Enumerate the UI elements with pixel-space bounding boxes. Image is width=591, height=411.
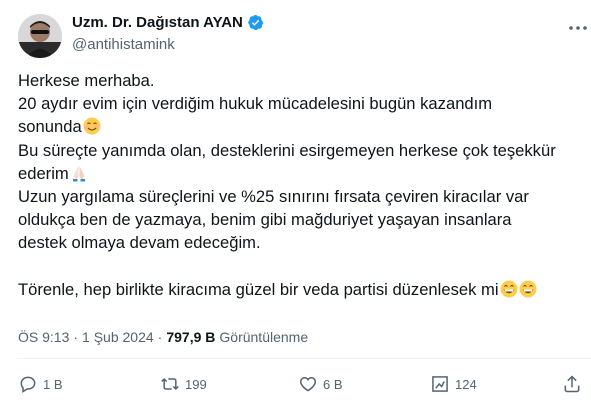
reply-icon xyxy=(20,376,36,393)
tweet-line-text: sonunda xyxy=(18,117,82,137)
more-icon[interactable] xyxy=(566,18,590,38)
smiling-face-emoji xyxy=(83,117,101,135)
share-button[interactable] xyxy=(562,374,582,394)
like-icon xyxy=(299,376,317,392)
reply-count: 1 B xyxy=(43,376,63,392)
tweet-line: Törenle, hep birlikte kiracıma güzel bir… xyxy=(18,278,578,301)
grinning-face-emoji xyxy=(500,280,518,298)
bookmark-button[interactable]: 124 xyxy=(430,374,477,394)
views-label: Görüntülenme xyxy=(219,329,309,345)
author-name[interactable]: Uzm. Dr. Dağıstan AYAN xyxy=(72,14,243,31)
like-count: 6 B xyxy=(323,376,343,392)
author-handle[interactable]: @antihistamink xyxy=(72,36,175,53)
tweet-meta: ÖS 9:13 · 1 Şub 2024 · 797,9 B Görüntüle… xyxy=(18,329,308,345)
divider xyxy=(18,358,591,359)
tweet-line-text: ederim xyxy=(18,163,69,183)
tweet-time[interactable]: ÖS 9:13 xyxy=(18,329,69,345)
folded-hands-emoji xyxy=(72,165,85,182)
retweet-button[interactable]: 199 xyxy=(160,374,207,394)
avatar[interactable] xyxy=(18,14,62,58)
tweet-line: Uzun yargılama süreçlerini ve %25 sınırı… xyxy=(18,186,529,206)
like-button[interactable]: 6 B xyxy=(298,374,343,394)
tweet-date[interactable]: 1 Şub 2024 xyxy=(82,329,154,345)
action-bar: 1 B 199 6 B 124 xyxy=(18,374,588,398)
tweet-line-text: Törenle, hep birlikte kiracıma güzel bir… xyxy=(18,279,499,299)
tweet-line: oldukça ben de yazmaya, benim gibi mağdu… xyxy=(18,210,512,230)
tweet-line: sonunda xyxy=(18,115,578,138)
retweet-icon xyxy=(161,377,179,391)
tweet-line: ederim xyxy=(18,162,578,185)
reply-button[interactable]: 1 B xyxy=(18,374,63,394)
tweet-line: destek olmaya devam edeceğim. xyxy=(18,233,261,253)
views-count: 797,9 B xyxy=(166,329,216,345)
share-icon xyxy=(564,375,580,393)
verified-badge-icon xyxy=(248,14,264,31)
bookmark-count: 124 xyxy=(455,376,477,392)
meta-separator: · xyxy=(157,329,163,345)
author-name-row[interactable]: Uzm. Dr. Dağıstan AYAN xyxy=(72,14,264,31)
avatar-photo xyxy=(18,14,62,58)
tweet-line: Herkese merhaba. xyxy=(18,71,155,90)
retweet-count: 199 xyxy=(185,376,207,392)
tweet-text: Herkese merhaba. 20 aydır evim için verd… xyxy=(18,69,578,301)
bookmark-icon xyxy=(432,376,448,392)
meta-separator: · xyxy=(73,329,79,345)
tweet-line: Bu süreçte yanımda olan, desteklerini es… xyxy=(18,140,556,160)
tweet-line: 20 aydır evim için verdiğim hukuk mücade… xyxy=(18,94,493,114)
tweet-card: Uzm. Dr. Dağıstan AYAN @antihistamink He… xyxy=(0,0,591,411)
grinning-face-emoji xyxy=(519,280,537,298)
